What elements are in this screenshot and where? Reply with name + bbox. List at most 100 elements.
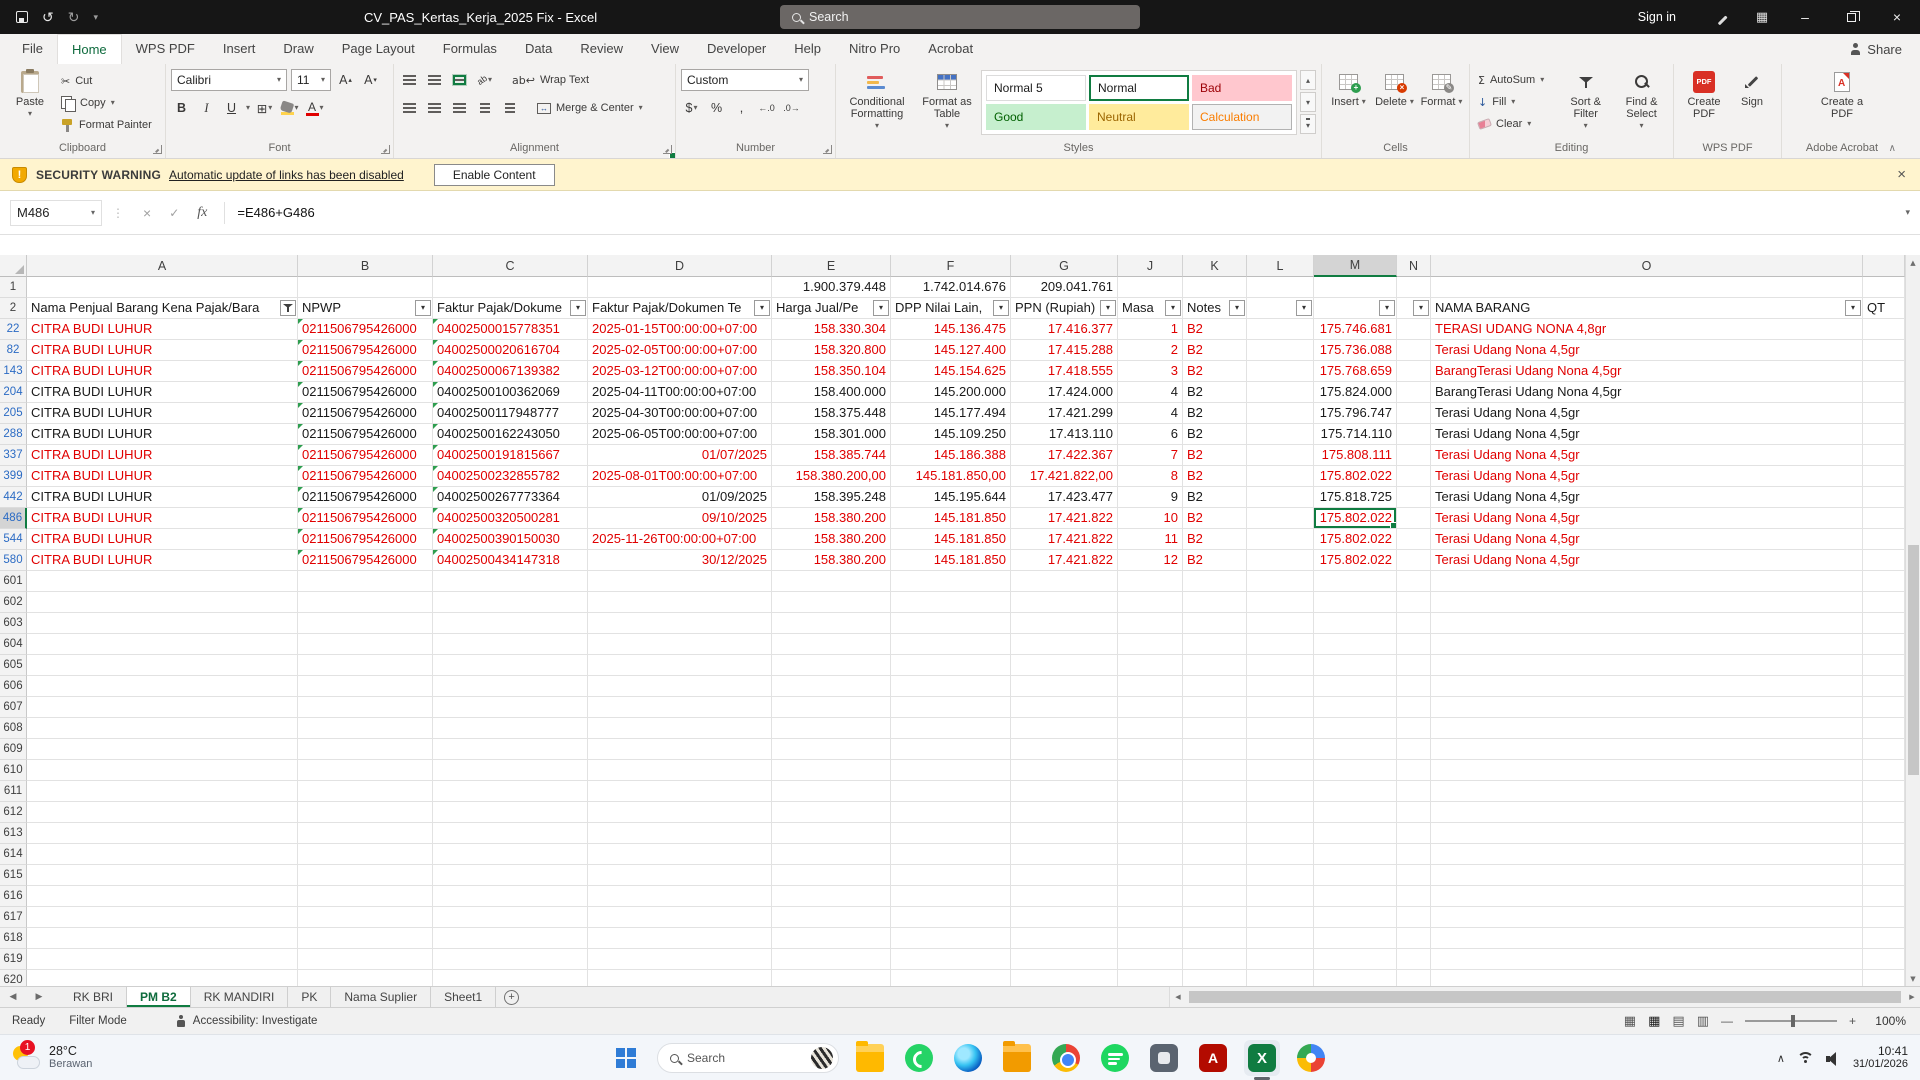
- cell-C612[interactable]: [433, 802, 588, 823]
- cell-B612[interactable]: [298, 802, 433, 823]
- cell-P399[interactable]: [1863, 466, 1905, 487]
- cell-F616[interactable]: [891, 886, 1011, 907]
- cell-A442[interactable]: CITRA BUDI LUHUR: [27, 487, 298, 508]
- cell-O604[interactable]: [1431, 634, 1863, 655]
- sort-filter-button[interactable]: Sort & Filter ▾: [1559, 68, 1612, 130]
- cell-F619[interactable]: [891, 949, 1011, 970]
- cell-K616[interactable]: [1183, 886, 1247, 907]
- close-button[interactable]: ×: [1874, 0, 1920, 34]
- cell-N620[interactable]: [1397, 970, 1431, 986]
- cell-E204[interactable]: 158.400.000: [772, 382, 891, 403]
- cell-E611[interactable]: [772, 781, 891, 802]
- cell-G616[interactable]: [1011, 886, 1118, 907]
- fill-color-button[interactable]: ▾: [279, 98, 300, 119]
- cell-G606[interactable]: [1011, 676, 1118, 697]
- cell-G22[interactable]: 17.416.377: [1011, 319, 1118, 340]
- cell-J616[interactable]: [1118, 886, 1183, 907]
- cell-B82[interactable]: 0211506795426000: [298, 340, 433, 361]
- cell-style-bad[interactable]: Bad: [1192, 75, 1292, 101]
- cell-P205[interactable]: [1863, 403, 1905, 424]
- cell-B609[interactable]: [298, 739, 433, 760]
- cell-E608[interactable]: [772, 718, 891, 739]
- cell-N615[interactable]: [1397, 865, 1431, 886]
- cell-G604[interactable]: [1011, 634, 1118, 655]
- cell-A608[interactable]: [27, 718, 298, 739]
- cell-J613[interactable]: [1118, 823, 1183, 844]
- align-top-button[interactable]: [399, 70, 420, 91]
- cell-O602[interactable]: [1431, 592, 1863, 613]
- cell-B606[interactable]: [298, 676, 433, 697]
- cell-J617[interactable]: [1118, 907, 1183, 928]
- cell-F612[interactable]: [891, 802, 1011, 823]
- cell-O615[interactable]: [1431, 865, 1863, 886]
- column-header-K[interactable]: K: [1183, 255, 1247, 277]
- cell-P605[interactable]: [1863, 655, 1905, 676]
- cell-L337[interactable]: [1247, 445, 1314, 466]
- cell-O1[interactable]: [1431, 277, 1863, 298]
- cell-J204[interactable]: 4: [1118, 382, 1183, 403]
- cell-F2[interactable]: DPP Nilai Lain, ▾: [891, 298, 1011, 319]
- cell-C601[interactable]: [433, 571, 588, 592]
- cell-F606[interactable]: [891, 676, 1011, 697]
- cell-G442[interactable]: 17.423.477: [1011, 487, 1118, 508]
- cell-J544[interactable]: 11: [1118, 529, 1183, 550]
- cell-L580[interactable]: [1247, 550, 1314, 571]
- cell-F618[interactable]: [891, 928, 1011, 949]
- filter-dropdown-K[interactable]: ▾: [1229, 300, 1245, 316]
- cell-G601[interactable]: [1011, 571, 1118, 592]
- cell-G608[interactable]: [1011, 718, 1118, 739]
- filter-dropdown-L[interactable]: ▾: [1296, 300, 1312, 316]
- row-header-601[interactable]: 601: [0, 571, 27, 592]
- column-header-O[interactable]: O: [1431, 255, 1863, 277]
- cell-N606[interactable]: [1397, 676, 1431, 697]
- cell-K205[interactable]: B2: [1183, 403, 1247, 424]
- restore-button[interactable]: [1828, 0, 1874, 34]
- cell-style-neutral[interactable]: Neutral: [1089, 104, 1189, 130]
- cell-K610[interactable]: [1183, 760, 1247, 781]
- cell-M601[interactable]: [1314, 571, 1397, 592]
- cell-K612[interactable]: [1183, 802, 1247, 823]
- cell-F205[interactable]: 145.177.494: [891, 403, 1011, 424]
- cell-B22[interactable]: 0211506795426000: [298, 319, 433, 340]
- cell-P486[interactable]: [1863, 508, 1905, 529]
- scroll-down-icon[interactable]: ▼: [1910, 971, 1915, 986]
- cell-A604[interactable]: [27, 634, 298, 655]
- cell-G615[interactable]: [1011, 865, 1118, 886]
- font-name-select[interactable]: Calibri ▾: [171, 69, 287, 91]
- tab-wps-pdf[interactable]: WPS PDF: [122, 34, 209, 64]
- wps-create-pdf-button[interactable]: PDF Create PDF: [1679, 68, 1729, 120]
- cell-B143[interactable]: 0211506795426000: [298, 361, 433, 382]
- accounting-format-button[interactable]: $ ▾: [681, 98, 702, 119]
- cell-F143[interactable]: 145.154.625: [891, 361, 1011, 382]
- cell-F544[interactable]: 145.181.850: [891, 529, 1011, 550]
- insert-cells-button[interactable]: + Insert ▾: [1327, 68, 1370, 108]
- wrap-text-button[interactable]: ab↩ Wrap Text: [509, 70, 592, 90]
- font-size-select[interactable]: 11 ▾: [291, 69, 331, 91]
- row-header-608[interactable]: 608: [0, 718, 27, 739]
- cell-F610[interactable]: [891, 760, 1011, 781]
- row-header-544[interactable]: 544: [0, 529, 27, 550]
- cell-N22[interactable]: [1397, 319, 1431, 340]
- accessibility-status[interactable]: Accessibility: Investigate: [175, 1014, 317, 1028]
- cell-B1[interactable]: [298, 277, 433, 298]
- row-header-615[interactable]: 615: [0, 865, 27, 886]
- cell-B601[interactable]: [298, 571, 433, 592]
- cell-J604[interactable]: [1118, 634, 1183, 655]
- cell-P442[interactable]: [1863, 487, 1905, 508]
- cell-C611[interactable]: [433, 781, 588, 802]
- display-settings-icon[interactable]: ▦: [1624, 1014, 1636, 1029]
- cell-D205[interactable]: 2025-04-30T00:00:00+07:00: [588, 403, 772, 424]
- column-header-L[interactable]: L: [1247, 255, 1314, 277]
- delete-cells-button[interactable]: × Delete ▾: [1373, 68, 1416, 108]
- sheet-tab-pm-b2[interactable]: PM B2: [127, 987, 191, 1007]
- cell-O620[interactable]: [1431, 970, 1863, 986]
- cell-L607[interactable]: [1247, 697, 1314, 718]
- cell-B486[interactable]: 0211506795426000: [298, 508, 433, 529]
- row-header-620[interactable]: 620: [0, 970, 27, 986]
- filter-dropdown-G[interactable]: ▾: [1100, 300, 1116, 316]
- cell-B399[interactable]: 0211506795426000: [298, 466, 433, 487]
- cell-L614[interactable]: [1247, 844, 1314, 865]
- cell-F614[interactable]: [891, 844, 1011, 865]
- vertical-scrollbar[interactable]: ▲ ▼: [1905, 255, 1920, 986]
- cell-B337[interactable]: 0211506795426000: [298, 445, 433, 466]
